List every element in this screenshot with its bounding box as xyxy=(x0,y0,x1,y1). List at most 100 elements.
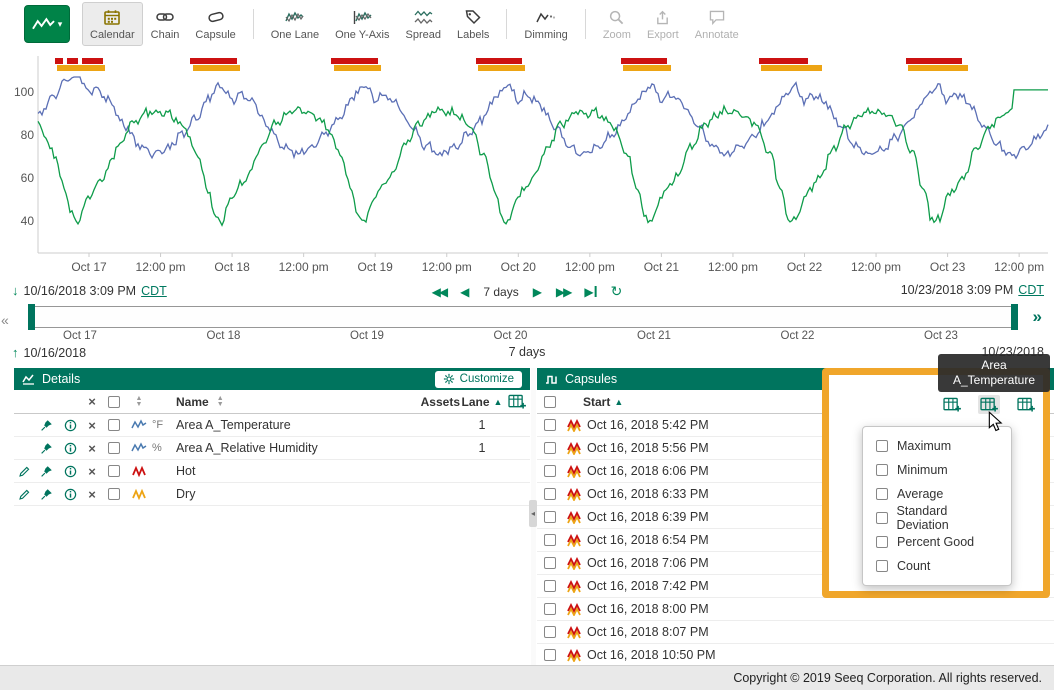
customize-button[interactable]: Customize xyxy=(435,371,522,388)
add-column-icon[interactable] xyxy=(941,395,963,414)
capsule-checkbox[interactable] xyxy=(544,557,556,569)
collapse-left-icon[interactable]: « xyxy=(1,312,9,328)
dry-capsule-bar[interactable] xyxy=(57,65,105,71)
stat-checkbox-standard-deviation[interactable] xyxy=(876,512,888,524)
labels-button[interactable]: Labels xyxy=(449,2,497,46)
stat-checkbox-count[interactable] xyxy=(876,560,888,572)
hot-capsule-bar[interactable] xyxy=(759,58,808,64)
stats-menu-item-minimum[interactable]: Minimum xyxy=(863,458,1011,482)
hot-capsule-bar[interactable] xyxy=(621,58,667,64)
investigate-arrow-icon[interactable]: ↑ xyxy=(12,345,19,360)
timebar-left-handle[interactable] xyxy=(28,304,35,330)
capsule-button[interactable]: Capsule xyxy=(187,2,243,46)
dry-capsule-bar[interactable] xyxy=(623,65,671,71)
sort-icon[interactable]: ▲▼ xyxy=(136,396,143,408)
step-forward-half-button[interactable]: ▶ xyxy=(533,285,542,299)
hot-capsule-bar[interactable] xyxy=(67,58,78,64)
sort-icon[interactable]: ▲▼ xyxy=(217,396,224,408)
chain-button[interactable]: Chain xyxy=(143,2,188,46)
step-back-half-button[interactable]: ◀ xyxy=(460,285,469,299)
stats-menu-item-standard-deviation[interactable]: Standard Deviation xyxy=(863,506,1011,530)
info-icon[interactable] xyxy=(58,419,82,432)
name-column-header[interactable]: Name xyxy=(176,395,209,409)
capsule-checkbox[interactable] xyxy=(544,511,556,523)
capsule-row[interactable]: Oct 16, 2018 8:07 PM xyxy=(537,621,1054,644)
hot-capsule-bar[interactable] xyxy=(55,58,63,64)
panel-splitter-handle[interactable]: ◂ xyxy=(529,500,537,527)
stats-menu-item-count[interactable]: Count xyxy=(863,554,1011,578)
hot-capsule-bar[interactable] xyxy=(190,58,237,64)
trend-chart-area[interactable]: 100806040 Oct 1712:00 pmOct 1812:00 pmOc… xyxy=(0,48,1054,282)
spread-button[interactable]: Spread xyxy=(398,2,449,46)
remove-item-icon[interactable]: × xyxy=(82,487,102,502)
step-back-full-button[interactable]: ◀◀ xyxy=(432,285,446,299)
timezone-link-end[interactable]: CDT xyxy=(1018,283,1044,297)
item-checkbox[interactable] xyxy=(108,488,120,500)
refresh-button[interactable]: ↻ xyxy=(611,283,623,300)
hot-capsule-bar[interactable] xyxy=(476,58,522,64)
capsule-row[interactable]: Oct 16, 2018 8:00 PM xyxy=(537,598,1054,621)
info-icon[interactable] xyxy=(58,465,82,478)
dry-capsule-bar[interactable] xyxy=(761,65,822,71)
item-checkbox[interactable] xyxy=(108,442,120,454)
remove-item-icon[interactable]: × xyxy=(82,441,102,456)
step-to-now-button[interactable]: ▶ xyxy=(584,285,596,299)
pin-icon[interactable] xyxy=(34,465,58,478)
hot-capsule-bar[interactable] xyxy=(906,58,962,64)
capsule-row[interactable]: Oct 16, 2018 10:50 PM xyxy=(537,644,1054,665)
remove-item-icon[interactable]: × xyxy=(82,418,102,433)
stats-menu-item-percent-good[interactable]: Percent Good xyxy=(863,530,1011,554)
timezone-link[interactable]: CDT xyxy=(141,284,167,298)
lane-column-header[interactable]: Lane▲ xyxy=(460,395,504,409)
capsule-checkbox[interactable] xyxy=(544,419,556,431)
capsule-checkbox[interactable] xyxy=(544,465,556,477)
select-all-checkbox[interactable] xyxy=(108,396,120,408)
range-start-arrow-icon[interactable]: ↓ xyxy=(12,283,19,298)
capsule-checkbox[interactable] xyxy=(544,580,556,592)
pencil-icon[interactable] xyxy=(14,488,34,501)
series-area-a-temperature[interactable] xyxy=(38,77,1048,158)
one-lane-button[interactable]: One Lane xyxy=(263,2,327,46)
hot-capsule-bar[interactable] xyxy=(331,58,378,64)
display-range-timebar[interactable] xyxy=(30,306,1016,328)
statistics-column-icon[interactable] xyxy=(978,395,1000,414)
stat-checkbox-percent-good[interactable] xyxy=(876,536,888,548)
pin-icon[interactable] xyxy=(34,419,58,432)
item-checkbox[interactable] xyxy=(108,465,120,477)
dry-capsule-bar[interactable] xyxy=(334,65,381,71)
remove-all-column-header[interactable]: × xyxy=(82,394,102,409)
details-column-picker-icon[interactable] xyxy=(504,394,530,409)
pin-icon[interactable] xyxy=(34,442,58,455)
stats-menu-item-maximum[interactable]: Maximum xyxy=(863,434,1011,458)
dry-capsule-bar[interactable] xyxy=(908,65,968,71)
capsule-checkbox[interactable] xyxy=(544,603,556,615)
details-row-hot[interactable]: ×Hot xyxy=(14,460,530,483)
dry-capsule-bar[interactable] xyxy=(193,65,240,71)
more-columns-icon[interactable] xyxy=(1015,395,1037,414)
capsule-checkbox[interactable] xyxy=(544,488,556,500)
stat-checkbox-average[interactable] xyxy=(876,488,888,500)
stats-menu-item-average[interactable]: Average xyxy=(863,482,1011,506)
item-checkbox[interactable] xyxy=(108,419,120,431)
capsules-select-all-checkbox[interactable] xyxy=(544,396,556,408)
capsule-checkbox[interactable] xyxy=(544,534,556,546)
one-y-axis-button[interactable]: One Y-Axis xyxy=(327,2,397,46)
stat-checkbox-minimum[interactable] xyxy=(876,464,888,476)
capsule-checkbox[interactable] xyxy=(544,649,556,661)
timebar-right-handle[interactable] xyxy=(1011,304,1018,330)
pin-icon[interactable] xyxy=(34,488,58,501)
capsule-checkbox[interactable] xyxy=(544,626,556,638)
details-row-dry[interactable]: ×Dry xyxy=(14,483,530,506)
timebar-expand-icon[interactable]: » xyxy=(1033,306,1042,328)
info-icon[interactable] xyxy=(58,442,82,455)
step-forward-full-button[interactable]: ▶▶ xyxy=(556,285,570,299)
details-row-area-a-relative-humidity[interactable]: ×%Area A_Relative Humidity1 xyxy=(14,437,530,460)
assets-column-header[interactable]: Assets xyxy=(408,395,460,409)
capsule-checkbox[interactable] xyxy=(544,442,556,454)
calendar-button[interactable]: Calendar xyxy=(82,2,143,46)
display-range-duration[interactable]: 7 days xyxy=(483,285,518,299)
info-icon[interactable] xyxy=(58,488,82,501)
stat-checkbox-maximum[interactable] xyxy=(876,440,888,452)
dry-capsule-bar[interactable] xyxy=(478,65,525,71)
dimming-button[interactable]: Dimming xyxy=(516,2,575,46)
